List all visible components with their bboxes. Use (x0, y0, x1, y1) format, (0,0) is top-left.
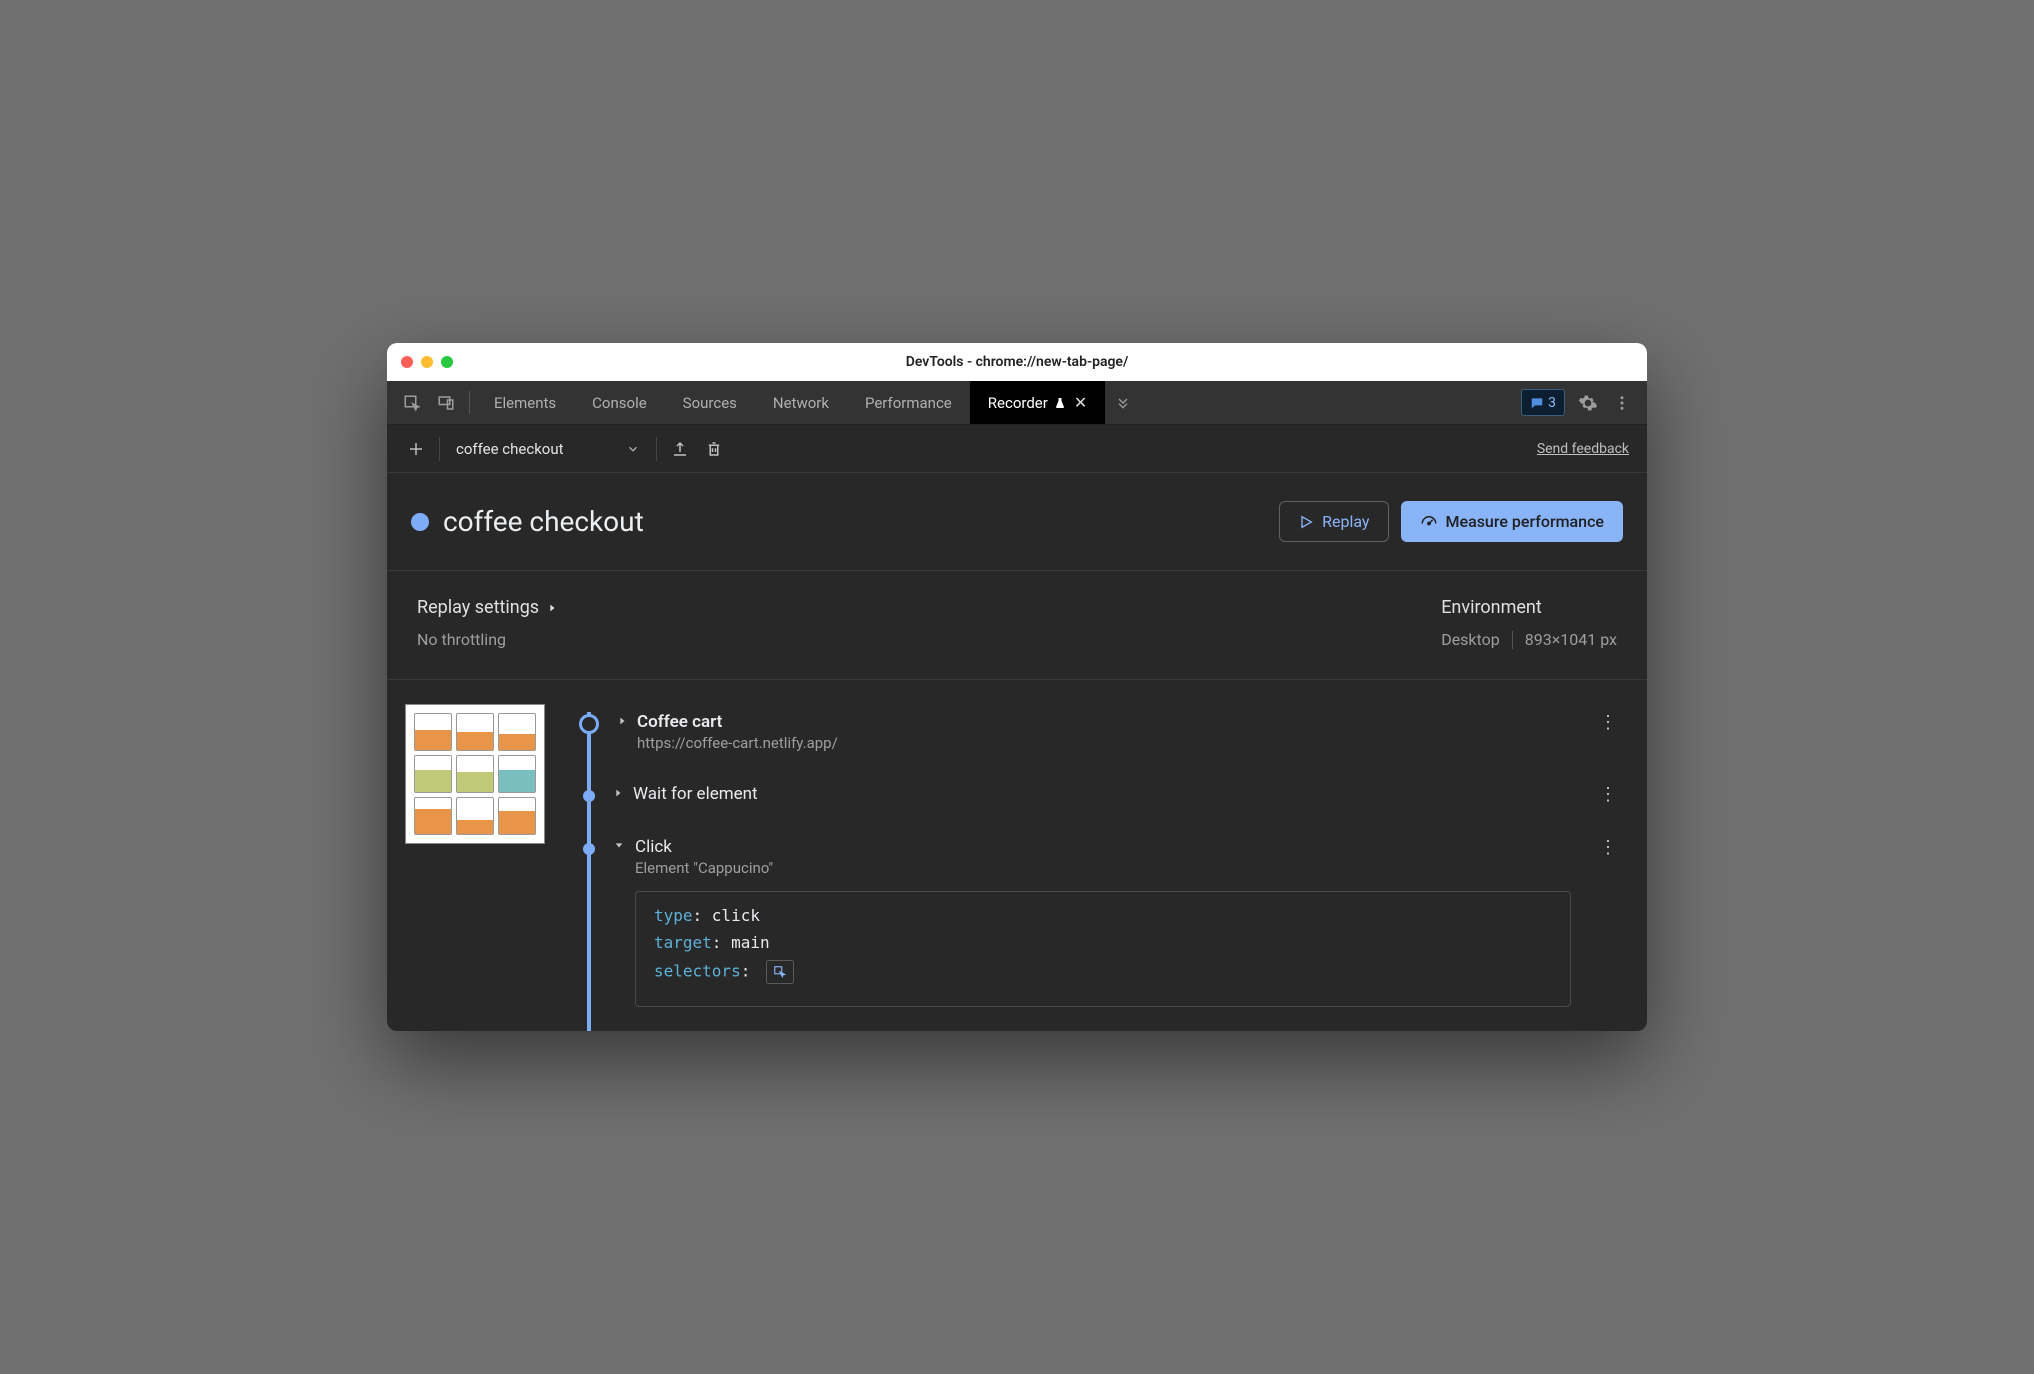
issues-count: 3 (1548, 395, 1556, 411)
minimize-window-button[interactable] (421, 356, 433, 368)
step-menu-icon[interactable]: ⋮ (1587, 784, 1629, 805)
step-code-box: type: click target: main selectors: (635, 891, 1571, 1007)
replay-settings-label: Replay settings (417, 597, 539, 618)
code-val: : click (693, 906, 760, 925)
send-feedback-link[interactable]: Send feedback (1537, 441, 1629, 457)
environment-label: Environment (1441, 597, 1617, 618)
steps-area: Coffee cart https://coffee-cart.netlify.… (387, 680, 1647, 1031)
more-tabs-icon[interactable] (1105, 381, 1141, 424)
trash-icon[interactable] (697, 432, 731, 466)
step-menu-icon[interactable]: ⋮ (1587, 712, 1629, 733)
measure-performance-button[interactable]: Measure performance (1401, 501, 1624, 542)
chevron-down-icon[interactable] (613, 840, 625, 850)
chevron-right-icon[interactable] (617, 715, 627, 727)
titlebar: DevTools - chrome://new-tab-page/ (387, 343, 1647, 381)
close-window-button[interactable] (401, 356, 413, 368)
step-title: Coffee cart (637, 712, 1587, 732)
recording-header: coffee checkout Replay Measure performan… (387, 473, 1647, 571)
issues-badge[interactable]: 3 (1521, 389, 1565, 416)
tab-console[interactable]: Console (574, 381, 665, 424)
replay-button[interactable]: Replay (1279, 501, 1388, 542)
gear-icon[interactable] (1571, 381, 1605, 424)
chevron-right-icon (547, 602, 557, 614)
kebab-icon[interactable] (1605, 381, 1639, 424)
timeline-marker-icon (583, 790, 595, 802)
window-title: DevTools - chrome://new-tab-page/ (906, 354, 1129, 370)
pick-selector-button[interactable] (766, 960, 794, 984)
maximize-window-button[interactable] (441, 356, 453, 368)
step-url: https://coffee-cart.netlify.app/ (637, 734, 1587, 752)
step-row[interactable]: Coffee cart https://coffee-cart.netlify.… (569, 704, 1629, 776)
code-val: : main (712, 933, 770, 952)
settings-row: Replay settings No throttling Environmen… (387, 571, 1647, 680)
step-row[interactable]: Wait for element ⋮ (569, 776, 1629, 829)
step-title: Click (635, 837, 1587, 857)
tab-recorder-label: Recorder (988, 394, 1048, 412)
device-toggle-icon[interactable] (429, 381, 463, 424)
code-val: : (741, 962, 751, 981)
step-row[interactable]: Click Element "Cappucino" type: click ta… (569, 829, 1629, 1031)
measure-label: Measure performance (1446, 512, 1605, 531)
chevron-down-icon[interactable] (616, 432, 650, 466)
inspect-icon[interactable] (395, 381, 429, 424)
status-dot-icon (411, 513, 429, 531)
screenshot-thumbnail[interactable] (405, 704, 545, 844)
recording-name[interactable]: coffee checkout (446, 440, 616, 458)
code-key: selectors (654, 962, 741, 981)
recorder-toolbar: coffee checkout Send feedback (387, 425, 1647, 473)
chevron-right-icon[interactable] (613, 787, 623, 799)
env-device: Desktop (1441, 630, 1500, 649)
code-key: target (654, 933, 712, 952)
replay-settings-toggle[interactable]: Replay settings (417, 597, 1441, 618)
tab-network[interactable]: Network (755, 381, 847, 424)
tab-performance[interactable]: Performance (847, 381, 970, 424)
code-key: type (654, 906, 693, 925)
window-controls (401, 356, 453, 368)
close-icon[interactable]: ✕ (1074, 393, 1087, 412)
separator (469, 391, 470, 414)
devtools-window: DevTools - chrome://new-tab-page/ Elemen… (387, 343, 1647, 1031)
tab-recorder[interactable]: Recorder ✕ (970, 381, 1105, 424)
timeline-marker-icon (583, 843, 595, 855)
separator (439, 437, 440, 461)
panel-tabbar: Elements Console Sources Network Perform… (387, 381, 1647, 425)
recording-title: coffee checkout (443, 505, 644, 538)
tab-sources[interactable]: Sources (665, 381, 755, 424)
flask-icon (1054, 396, 1066, 410)
throttling-value: No throttling (417, 630, 1441, 649)
step-menu-icon[interactable]: ⋮ (1587, 837, 1629, 858)
env-size: 893×1041 px (1525, 630, 1617, 649)
step-title: Wait for element (633, 784, 1587, 804)
add-recording-icon[interactable] (399, 432, 433, 466)
steps-timeline: Coffee cart https://coffee-cart.netlify.… (569, 704, 1629, 1031)
export-icon[interactable] (663, 432, 697, 466)
tab-elements[interactable]: Elements (476, 381, 574, 424)
replay-label: Replay (1322, 512, 1369, 531)
separator (656, 437, 657, 461)
timeline-marker-icon (579, 714, 599, 734)
step-subtitle: Element "Cappucino" (635, 859, 1587, 877)
